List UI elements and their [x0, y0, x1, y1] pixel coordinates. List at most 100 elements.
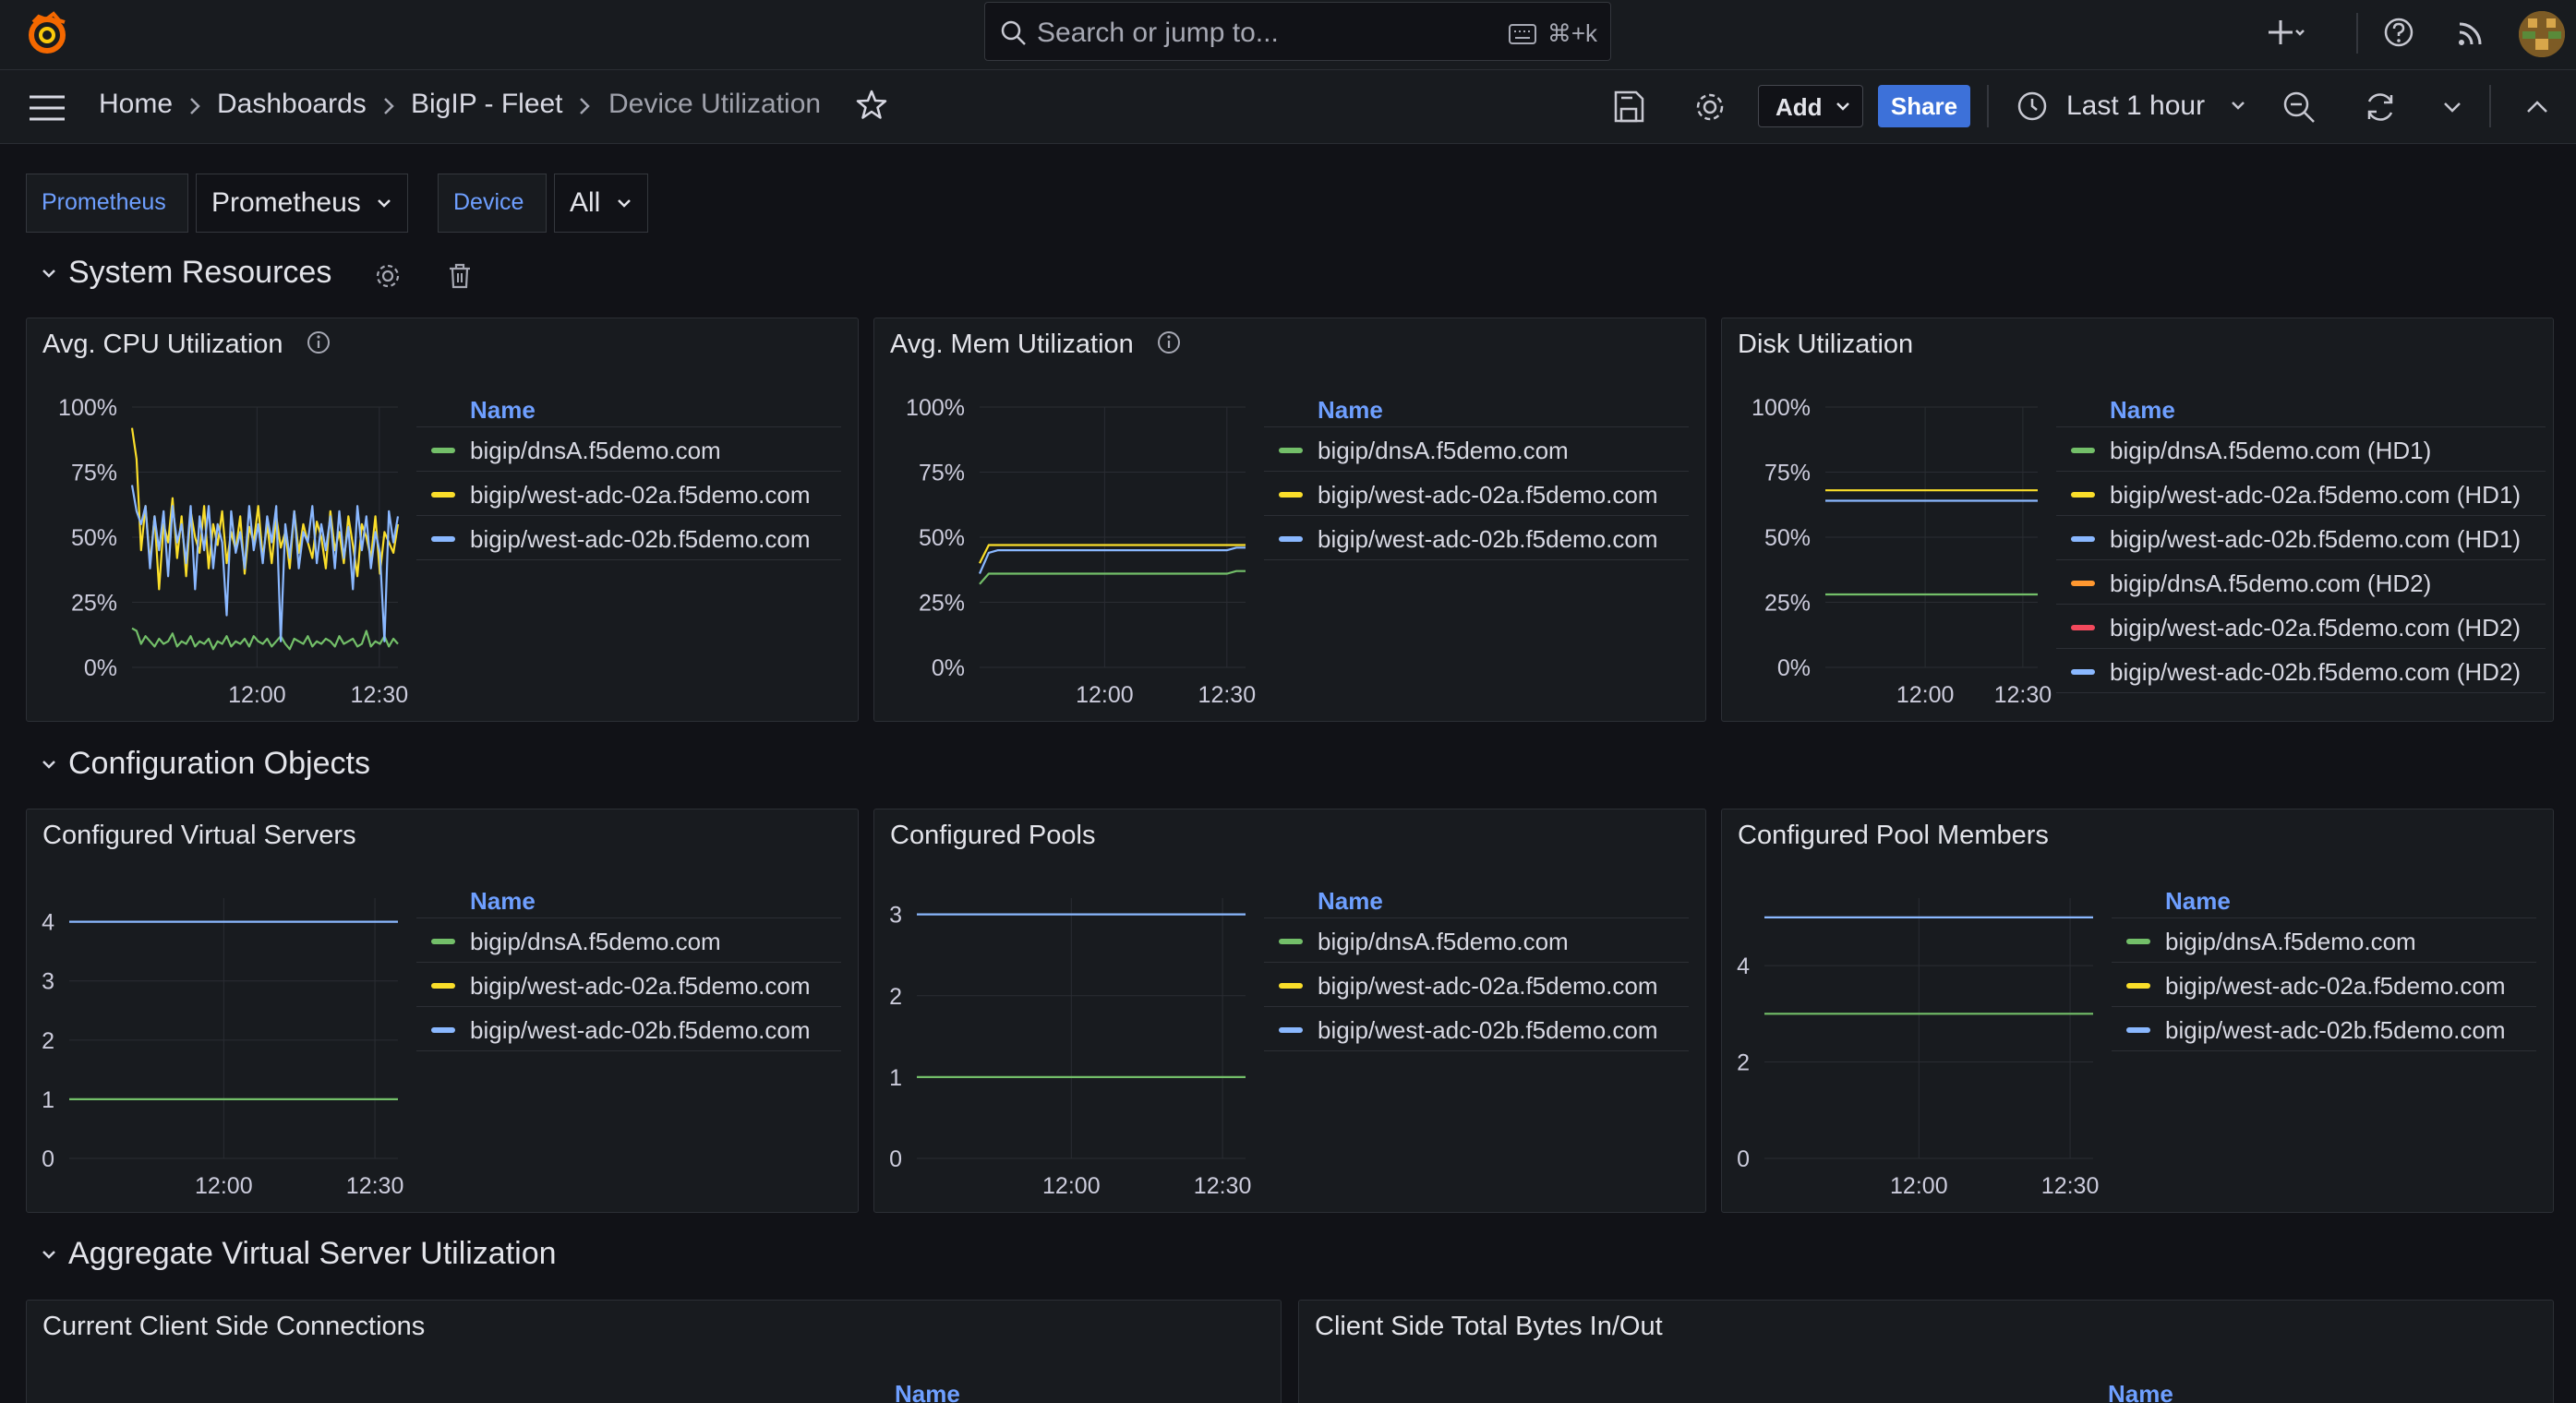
- legend-item[interactable]: bigip/west-adc-02a.f5demo.com: [416, 963, 841, 1007]
- breadcrumb-dashboards[interactable]: Dashboards: [217, 89, 367, 120]
- top-bar: Search or jump to... ⌘+k: [0, 0, 2576, 70]
- legend-item[interactable]: bigip/dnsA.f5demo.com: [416, 427, 841, 472]
- plus-icon[interactable]: [2268, 15, 2305, 52]
- series-line: [979, 570, 1246, 585]
- row-aggregate-vs-utilization[interactable]: Aggregate Virtual Server Utilization: [41, 1236, 557, 1272]
- legend-item[interactable]: bigip/west-adc-02b.f5demo.com: [1264, 1007, 1689, 1051]
- legend-item[interactable]: bigip/west-adc-02b.f5demo.com (HD1): [2056, 516, 2546, 560]
- legend-header[interactable]: Name: [1264, 885, 1689, 918]
- legend-swatch: [2071, 492, 2095, 498]
- add-button[interactable]: Add: [1758, 85, 1863, 127]
- nav-bar: Home Dashboards BigIP - Fleet Device Uti…: [0, 70, 2576, 144]
- legend-header[interactable]: Name: [1264, 394, 1689, 427]
- panel-client-connections[interactable]: Current Client Side Connections Name: [26, 1300, 1282, 1403]
- refresh-icon[interactable]: [2362, 89, 2399, 126]
- legend-header[interactable]: Name: [416, 885, 841, 918]
- legend-label: bigip/west-adc-02a.f5demo.com (HD2): [2110, 614, 2522, 642]
- legend-swatch: [2071, 448, 2095, 453]
- gear-icon[interactable]: [373, 261, 403, 291]
- device-select[interactable]: All: [554, 174, 648, 233]
- legend-label: bigip/west-adc-02b.f5demo.com: [2165, 1016, 2506, 1044]
- legend-item[interactable]: bigip/dnsA.f5demo.com: [416, 918, 841, 963]
- panel-title-text: Client Side Total Bytes In/Out: [1315, 1312, 1663, 1341]
- legend-item[interactable]: bigip/west-adc-02a.f5demo.com: [416, 472, 841, 516]
- legend-item[interactable]: bigip/west-adc-02a.f5demo.com: [2112, 963, 2536, 1007]
- legend-item[interactable]: bigip/west-adc-02b.f5demo.com: [2112, 1007, 2536, 1051]
- y-tick-label: 100%: [906, 395, 965, 421]
- user-avatar[interactable]: [2519, 11, 2565, 57]
- legend-label: bigip/west-adc-02a.f5demo.com: [1318, 481, 1658, 509]
- x-tick-label: 12:30: [1994, 682, 2052, 708]
- panel-pool-members[interactable]: Configured Pool Members 0 2 4 12:00 12:30 Na…: [1721, 809, 2554, 1213]
- legend-header: Name: [2108, 1380, 2173, 1403]
- y-tick-label: 3: [42, 969, 54, 995]
- legend-header[interactable]: Name: [2056, 394, 2546, 427]
- legend-header[interactable]: Name: [2112, 885, 2536, 918]
- legend-label: bigip/dnsA.f5demo.com: [1318, 437, 1569, 464]
- x-tick-label: 12:00: [195, 1173, 253, 1199]
- legend-label: bigip/west-adc-02b.f5demo.com (HD1): [2110, 525, 2522, 553]
- legend-item[interactable]: bigip/west-adc-02b.f5demo.com (HD2): [2056, 649, 2546, 693]
- breadcrumb-current: Device Utilization: [608, 89, 822, 119]
- share-button[interactable]: Share: [1878, 85, 1970, 127]
- gear-icon[interactable]: [1691, 89, 1728, 126]
- legend-item[interactable]: bigip/dnsA.f5demo.com: [1264, 918, 1689, 963]
- panel-disk[interactable]: Disk Utilization 0% 25% 50% 75% 100% 12:00 12:…: [1721, 318, 2554, 722]
- search-icon: [1001, 20, 1026, 45]
- refresh-interval-chevron-icon[interactable]: [2434, 89, 2471, 126]
- y-tick-label: 75%: [1764, 461, 1811, 486]
- legend-item[interactable]: bigip/west-adc-02a.f5demo.com (HD2): [2056, 605, 2546, 649]
- breadcrumb-folder[interactable]: BigIP - Fleet: [411, 89, 563, 120]
- panel-mem[interactable]: Avg. Mem Utilization 0% 25% 50% 75% 100% 12:0…: [873, 318, 1706, 722]
- legend-label: bigip/west-adc-02a.f5demo.com: [2165, 972, 2506, 1000]
- breadcrumb-home[interactable]: Home: [99, 89, 173, 120]
- legend-label: bigip/west-adc-02a.f5demo.com: [470, 972, 811, 1000]
- row-configuration-objects[interactable]: Configuration Objects: [41, 746, 370, 782]
- news-feed-icon[interactable]: [2452, 15, 2489, 52]
- datasource-select[interactable]: Prometheus: [196, 174, 408, 233]
- panel-virtual-servers[interactable]: Configured Virtual Servers 0 1 2 3 4 12:00 12:…: [26, 809, 859, 1213]
- legend-item[interactable]: bigip/west-adc-02b.f5demo.com: [416, 1007, 841, 1051]
- y-tick-label: 0: [42, 1146, 54, 1172]
- y-tick-label: 100%: [1751, 395, 1811, 421]
- y-tick-label: 0%: [932, 655, 965, 681]
- legend-swatch: [431, 939, 455, 944]
- chevron-down-icon: [378, 199, 391, 208]
- legend-item[interactable]: bigip/dnsA.f5demo.com: [1264, 427, 1689, 472]
- search-bar[interactable]: Search or jump to... ⌘+k: [984, 2, 1611, 61]
- keyboard-icon: [1509, 24, 1536, 44]
- legend-item[interactable]: bigip/west-adc-02b.f5demo.com: [1264, 516, 1689, 560]
- trash-icon[interactable]: [445, 261, 475, 291]
- collapse-header-icon[interactable]: [2519, 89, 2556, 126]
- legend-header[interactable]: Name: [416, 394, 841, 427]
- panel-pools[interactable]: Configured Pools 0 1 2 3 12:00 12:30 Name bigi…: [873, 809, 1706, 1213]
- legend-item[interactable]: bigip/dnsA.f5demo.com (HD2): [2056, 560, 2546, 605]
- help-icon[interactable]: [2380, 15, 2417, 52]
- legend-item[interactable]: bigip/dnsA.f5demo.com (HD1): [2056, 427, 2546, 472]
- save-icon[interactable]: [1610, 89, 1647, 126]
- y-tick-label: 2: [889, 984, 902, 1010]
- legend-item[interactable]: bigip/west-adc-02a.f5demo.com: [1264, 963, 1689, 1007]
- legend-item[interactable]: bigip/west-adc-02a.f5demo.com (HD1): [2056, 472, 2546, 516]
- menu-icon[interactable]: [28, 92, 66, 124]
- panel-title-text: Current Client Side Connections: [42, 1312, 426, 1341]
- legend-disk: Name bigip/dnsA.f5demo.com (HD1) bigip/wes…: [2056, 394, 2546, 693]
- legend-label: bigip/dnsA.f5demo.com: [1318, 928, 1569, 955]
- chevron-right-icon: [190, 98, 200, 114]
- legend-item[interactable]: bigip/west-adc-02b.f5demo.com: [416, 516, 841, 560]
- row-system-resources[interactable]: System Resources: [41, 255, 331, 291]
- legend-item[interactable]: bigip/west-adc-02a.f5demo.com: [1264, 472, 1689, 516]
- y-tick-label: 1: [889, 1065, 902, 1091]
- legend-swatch: [1279, 939, 1303, 944]
- row-title-system-resources: System Resources: [68, 255, 332, 290]
- grafana-logo-icon[interactable]: [24, 11, 70, 57]
- x-tick-label: 12:00: [1896, 682, 1955, 708]
- zoom-out-icon[interactable]: [2281, 89, 2317, 126]
- time-range-picker[interactable]: Last 1 hour: [2016, 85, 2257, 127]
- panel-cpu[interactable]: Avg. CPU Utilization 0% 25% 50% 75% 100% 12:0…: [26, 318, 859, 722]
- star-icon[interactable]: [855, 89, 888, 122]
- legend-item[interactable]: bigip/dnsA.f5demo.com: [2112, 918, 2536, 963]
- toolbar-divider: [2356, 13, 2358, 54]
- panel-client-bytes[interactable]: Client Side Total Bytes In/Out Name: [1298, 1300, 2554, 1403]
- y-tick-label: 25%: [919, 591, 965, 617]
